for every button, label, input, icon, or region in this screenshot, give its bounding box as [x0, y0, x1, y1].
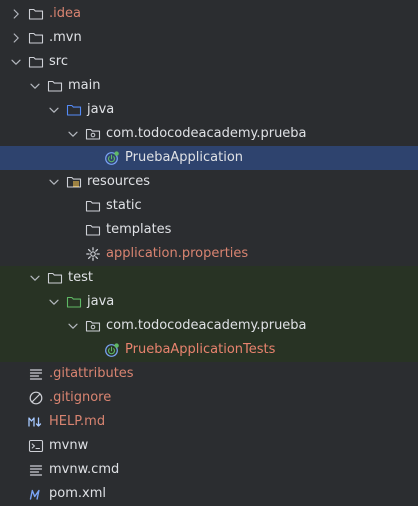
tree-item-label: PruebaApplication [125, 150, 244, 165]
chevron-right-icon[interactable] [8, 30, 24, 46]
tree-item-main-package[interactable]: com.todocodeacademy.prueba [0, 122, 418, 146]
resources-folder-icon [66, 174, 82, 190]
tree-item-prueba-application[interactable]: PruebaApplication [0, 146, 418, 170]
text-lines-icon [28, 462, 44, 478]
tree-item-test-java[interactable]: java [0, 290, 418, 314]
tree-item-gitignore[interactable]: .gitignore [0, 386, 418, 410]
tree-item-label: templates [106, 222, 172, 237]
tree-item-static[interactable]: static [0, 194, 418, 218]
tree-item-prueba-application-tests[interactable]: PruebaApplicationTests [0, 338, 418, 362]
chevron-down-icon[interactable] [65, 126, 81, 142]
folder-icon [28, 6, 44, 22]
tree-item-label: .idea [49, 6, 81, 21]
chevron-down-icon[interactable] [65, 318, 81, 334]
package-icon [85, 318, 101, 334]
folder-icon [85, 222, 101, 238]
test-source-folder-icon [66, 294, 82, 310]
folder-icon [85, 198, 101, 214]
chevron-down-icon[interactable] [27, 270, 43, 286]
ignore-icon [28, 390, 44, 406]
properties-gear-icon [85, 246, 101, 262]
tree-item-label: test [68, 270, 93, 285]
source-folder-icon [66, 102, 82, 118]
tree-item-label: src [49, 54, 68, 69]
tree-item-label: PruebaApplicationTests [125, 342, 276, 357]
tree-item-mvn[interactable]: .mvn [0, 26, 418, 50]
tree-item-help-md[interactable]: HELP.md [0, 410, 418, 434]
tree-item-gitattributes[interactable]: .gitattributes [0, 362, 418, 386]
folder-icon [28, 54, 44, 70]
maven-icon [28, 486, 44, 502]
tree-item-test[interactable]: test [0, 266, 418, 290]
tree-item-test-package[interactable]: com.todocodeacademy.prueba [0, 314, 418, 338]
tree-item-label: .gitattributes [49, 366, 134, 381]
tree-item-mvnw-cmd[interactable]: mvnw.cmd [0, 458, 418, 482]
tree-item-mvnw[interactable]: mvnw [0, 434, 418, 458]
tree-item-label: .gitignore [49, 390, 112, 405]
tree-item-label: .mvn [49, 30, 82, 45]
chevron-down-icon[interactable] [46, 294, 62, 310]
tree-item-label: resources [87, 174, 151, 189]
folder-icon [28, 30, 44, 46]
spring-boot-class-icon [104, 150, 120, 166]
tree-item-idea[interactable]: .idea [0, 2, 418, 26]
tree-item-pom-xml[interactable]: pom.xml [0, 482, 418, 506]
tree-item-label: mvnw [49, 438, 89, 453]
tree-item-label: static [106, 198, 142, 213]
tree-item-src[interactable]: src [0, 50, 418, 74]
tree-item-label: com.todocodeacademy.prueba [106, 126, 307, 141]
tree-item-label: pom.xml [49, 486, 106, 501]
text-lines-icon [28, 366, 44, 382]
folder-icon [47, 270, 63, 286]
tree-item-label: main [68, 78, 101, 93]
spring-boot-class-icon [104, 342, 120, 358]
tree-item-main[interactable]: main [0, 74, 418, 98]
chevron-down-icon[interactable] [27, 78, 43, 94]
tree-item-templates[interactable]: templates [0, 218, 418, 242]
chevron-right-icon[interactable] [8, 6, 24, 22]
folder-icon [47, 78, 63, 94]
markdown-icon [28, 414, 44, 430]
tree-item-label: application.properties [106, 246, 249, 261]
tree-item-resources[interactable]: resources [0, 170, 418, 194]
package-icon [85, 126, 101, 142]
tree-item-label: com.todocodeacademy.prueba [106, 318, 307, 333]
chevron-down-icon[interactable] [46, 174, 62, 190]
tree-item-label: mvnw.cmd [49, 462, 120, 477]
tree-item-application-properties[interactable]: application.properties [0, 242, 418, 266]
tree-item-main-java[interactable]: java [0, 98, 418, 122]
tree-item-label: java [87, 294, 115, 309]
shell-script-icon [28, 438, 44, 454]
tree-item-label: HELP.md [49, 414, 106, 429]
chevron-down-icon[interactable] [46, 102, 62, 118]
tree-item-label: java [87, 102, 115, 117]
chevron-down-icon[interactable] [8, 54, 24, 70]
project-tree: .idea .mvn src main java com.todocodeaca… [0, 0, 418, 505]
